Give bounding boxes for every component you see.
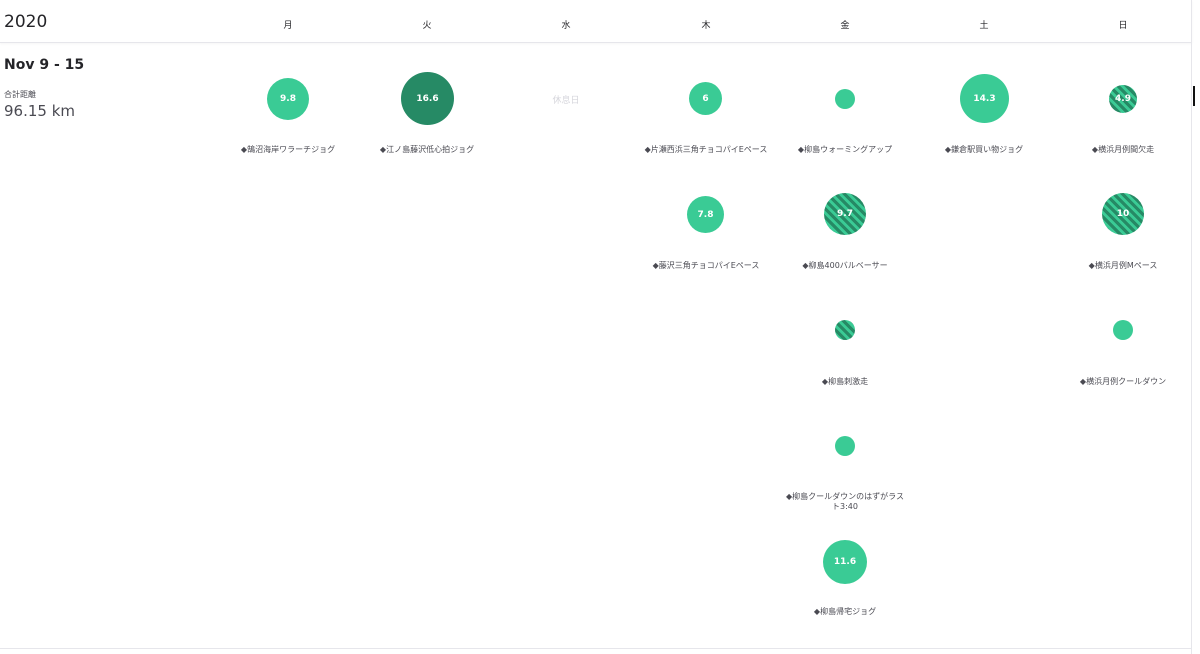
activity-title[interactable]: ◆柳島ウォーミングアップ [777,145,913,155]
activity-title[interactable]: ◆柳島クールダウンのはずがラスト3:40 [785,492,905,512]
activity-title[interactable]: ◆横浜月例間欠走 [1055,145,1191,155]
activity-title[interactable]: ◆江ノ島藤沢低心拍ジョグ [359,145,495,155]
activity-bubble[interactable]: 10 [1102,193,1144,235]
activity-bubble[interactable] [835,320,855,340]
total-distance-label: 合計距離 [4,90,36,99]
week-divider [0,648,1192,649]
activity-title[interactable]: ◆柳島400バルベーサー [777,261,913,271]
rest-day-label: 休息日 [552,96,580,106]
activity-bubble[interactable]: 14.3 [960,74,1009,123]
day-label-tue: 火 [422,21,432,31]
activity-title[interactable]: ◆片瀬西浜三角チョコパイEペース [638,145,774,155]
activity-title[interactable]: ◆横浜月例Mペース [1055,261,1191,271]
activity-bubble[interactable] [835,89,855,109]
week-range: Nov 9 - 15 [4,57,85,73]
activity-bubble[interactable]: 16.6 [401,72,454,125]
activity-bubble[interactable]: 7.8 [687,196,724,233]
day-label-sat: 土 [979,21,989,31]
day-label-fri: 金 [840,21,850,31]
activity-title[interactable]: ◆鵠沼海岸ワラーチジョグ [220,145,356,155]
year-label: 2020 [4,12,48,32]
activity-title[interactable]: ◆横浜月例クールダウン [1055,377,1191,387]
activity-title[interactable]: ◆柳島刺激走 [777,377,913,387]
day-label-thu: 木 [701,21,711,31]
day-label-mon: 月 [283,21,293,31]
activity-bubble[interactable] [835,436,855,456]
day-label-sun: 日 [1118,21,1128,31]
day-label-wed: 水 [561,21,571,31]
activity-title[interactable]: ◆鎌倉駅買い物ジョグ [916,145,1052,155]
total-distance-value: 96.15 km [4,102,76,120]
activity-bubble[interactable]: 11.6 [823,540,867,584]
activity-bubble[interactable]: 9.8 [267,78,309,120]
activity-title[interactable]: ◆柳島帰宅ジョグ [777,607,913,617]
activity-bubble[interactable] [1113,320,1133,340]
scroll-indicator[interactable] [1193,86,1195,106]
activity-bubble[interactable]: 4.9 [1109,85,1137,113]
calendar-header: 2020 月 火 水 木 金 土 日 [0,0,1192,43]
activity-bubble[interactable]: 9.7 [824,193,866,235]
activity-bubble[interactable]: 6 [689,82,722,115]
scrollbar-track [1191,0,1192,654]
activity-title[interactable]: ◆藤沢三角チョコパイEペース [638,261,774,271]
